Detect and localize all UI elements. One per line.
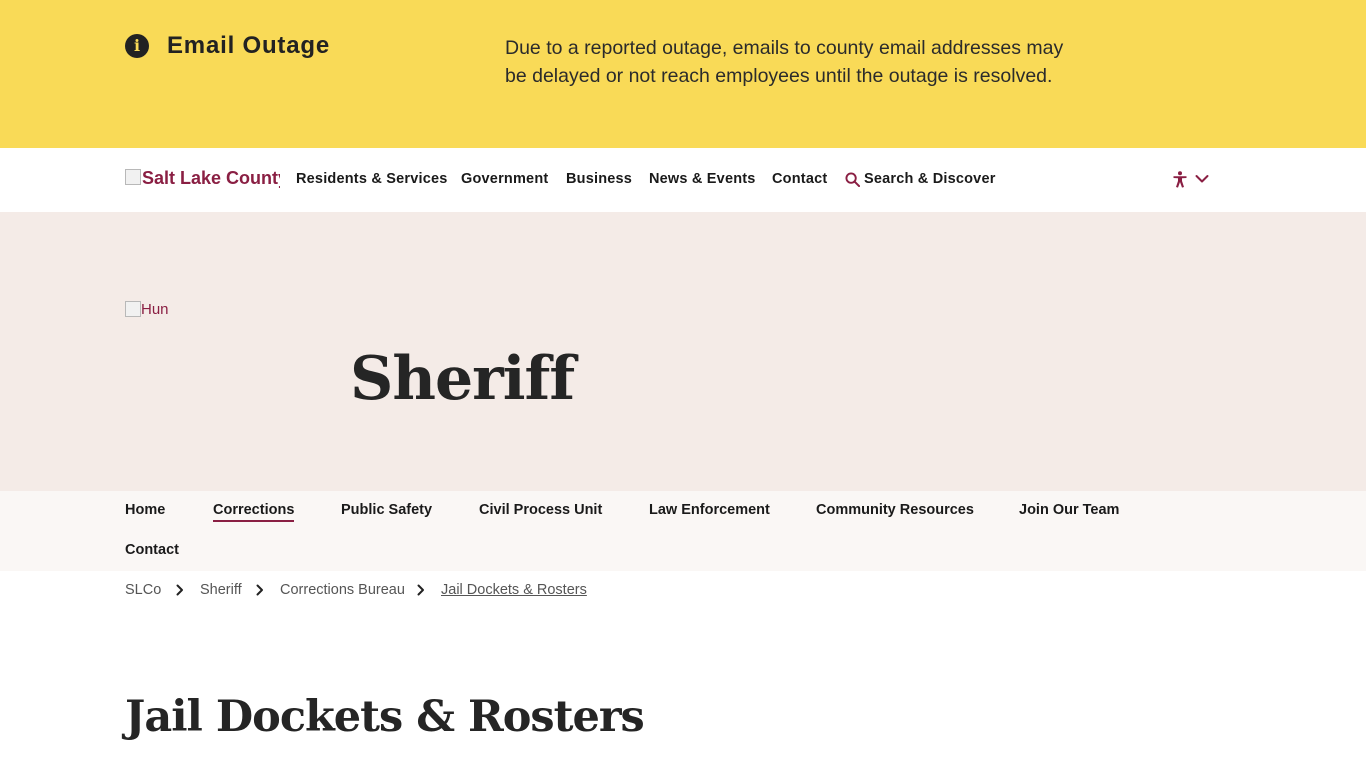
broken-image-icon bbox=[125, 301, 141, 317]
alert-banner: i Email Outage Due to a reported outage,… bbox=[0, 0, 1366, 148]
site-logo[interactable]: Salt Lake County bbox=[125, 168, 280, 192]
subnav-home[interactable]: Home bbox=[125, 502, 165, 518]
hero-image: Hun bbox=[125, 301, 169, 319]
subnav-corrections[interactable]: Corrections bbox=[213, 502, 295, 522]
breadcrumb-corrections-bureau[interactable]: Corrections Bureau bbox=[280, 582, 405, 598]
subnav-contact[interactable]: Contact bbox=[125, 542, 179, 558]
subnav-law-enforcement[interactable]: Law Enforcement bbox=[649, 502, 770, 518]
nav-news-events[interactable]: News & Events bbox=[649, 171, 756, 187]
hero-image-alt-text: Hun bbox=[141, 301, 169, 318]
section-navigation: Home Corrections Public Safety Civil Pro… bbox=[0, 491, 1366, 571]
search-icon[interactable] bbox=[845, 172, 860, 187]
hero-title: Sheriff bbox=[350, 344, 575, 414]
nav-residents-services[interactable]: Residents & Services bbox=[296, 171, 448, 187]
nav-business[interactable]: Business bbox=[566, 171, 632, 187]
logo-alt-text: Salt Lake County bbox=[142, 168, 280, 188]
nav-contact[interactable]: Contact bbox=[772, 171, 827, 187]
alert-title: Email Outage bbox=[167, 32, 330, 59]
chevron-down-icon[interactable] bbox=[1195, 174, 1209, 184]
subnav-community-resources[interactable]: Community Resources bbox=[816, 502, 974, 518]
info-icon: i bbox=[125, 34, 149, 58]
chevron-right-icon bbox=[256, 584, 263, 596]
breadcrumb-sheriff[interactable]: Sheriff bbox=[200, 582, 242, 598]
hero-section: Hun Sheriff bbox=[0, 212, 1366, 491]
page-title: Jail Dockets & Rosters bbox=[125, 692, 645, 742]
subnav-join-our-team[interactable]: Join Our Team bbox=[1019, 502, 1119, 518]
search-discover-link[interactable]: Search & Discover bbox=[864, 171, 996, 187]
breadcrumb-jail-dockets-rosters[interactable]: Jail Dockets & Rosters bbox=[441, 582, 587, 598]
subnav-civil-process-unit[interactable]: Civil Process Unit bbox=[479, 502, 602, 518]
chevron-right-icon bbox=[176, 584, 183, 596]
accessibility-icon[interactable] bbox=[1172, 171, 1188, 188]
top-navigation: Salt Lake County Residents & Services Go… bbox=[0, 148, 1366, 212]
subnav-public-safety[interactable]: Public Safety bbox=[341, 502, 432, 518]
broken-image-icon bbox=[125, 169, 141, 185]
breadcrumb-slco[interactable]: SLCo bbox=[125, 582, 161, 598]
nav-government[interactable]: Government bbox=[461, 171, 548, 187]
chevron-right-icon bbox=[417, 584, 424, 596]
alert-message: Due to a reported outage, emails to coun… bbox=[505, 37, 1064, 87]
